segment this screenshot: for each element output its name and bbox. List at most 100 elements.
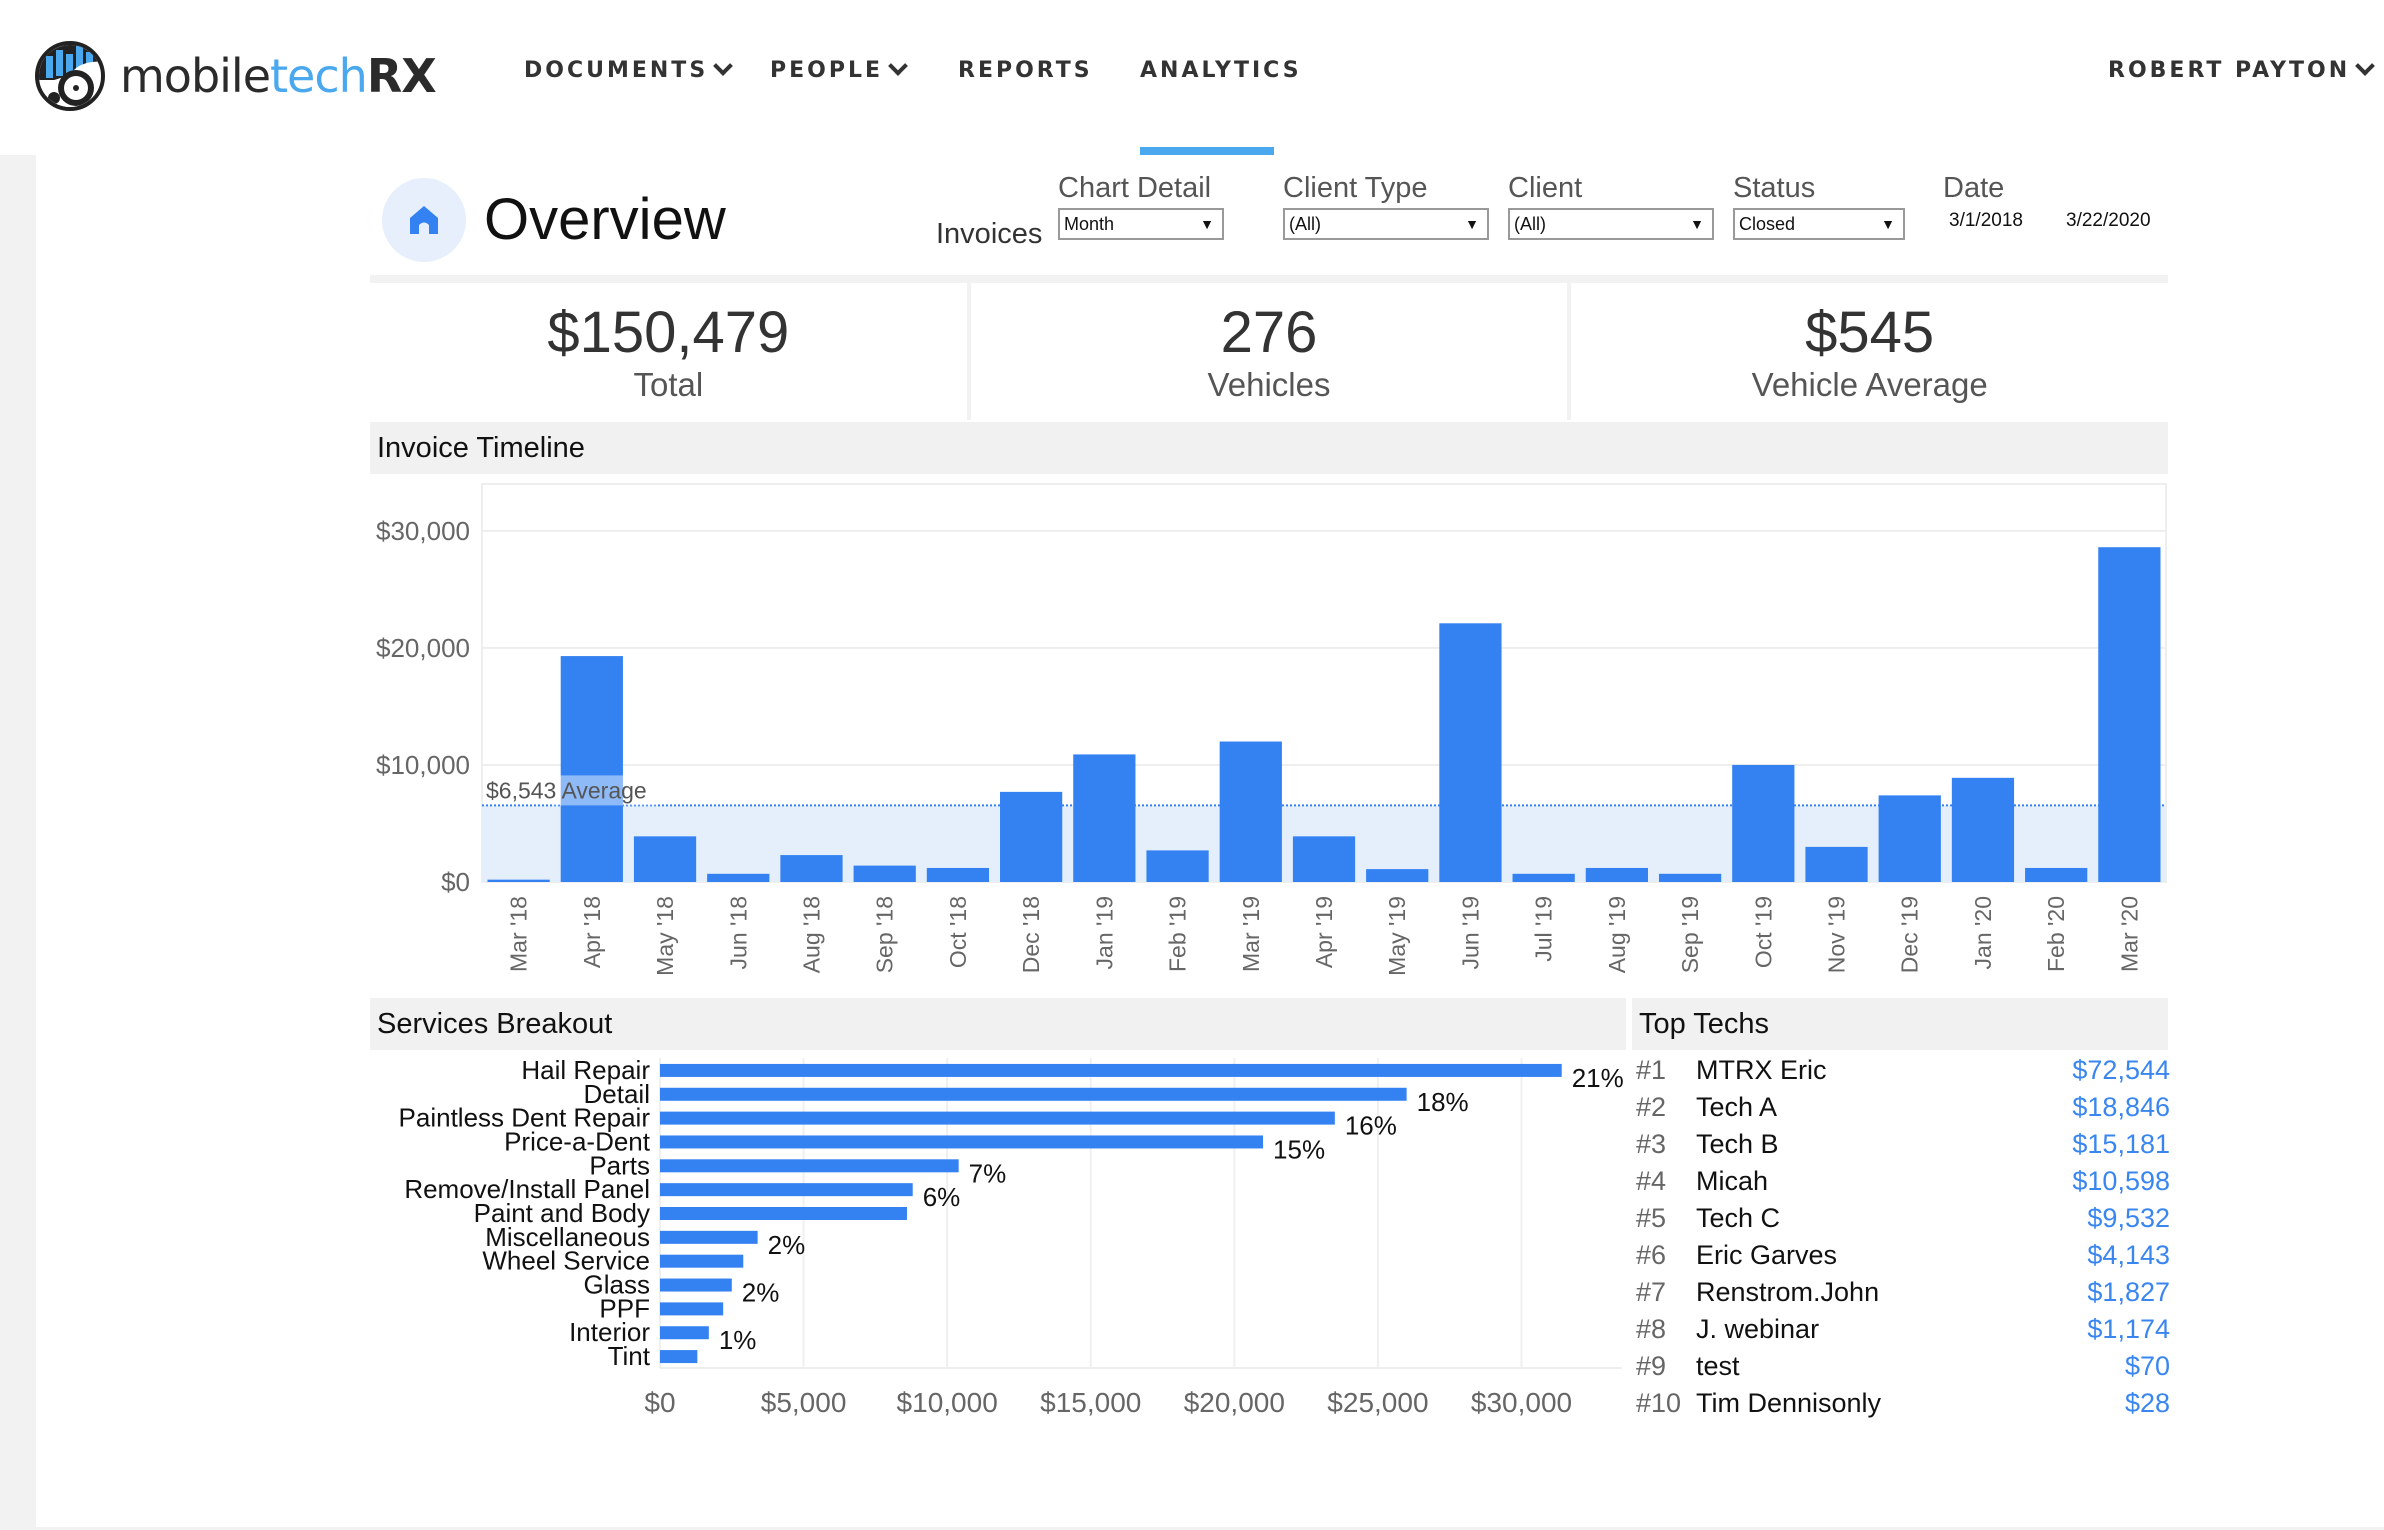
x-tick-label: Jan '19 <box>1091 896 1117 969</box>
tech-amount: $4,143 <box>2087 1240 2170 1270</box>
tech-row[interactable]: #2 Tech A $18,846 <box>1636 1089 2170 1126</box>
service-percent-label: 16% <box>1345 1111 1397 1141</box>
date-start[interactable]: 3/1/2018 <box>1949 210 2023 232</box>
top-techs-list: #1 MTRX Eric $72,544 #2 Tech A $18,846 #3 Tech … <box>1636 1052 2170 1422</box>
active-tab-indicator <box>1140 147 1274 155</box>
nav-documents[interactable]: DOCUMENTS <box>524 55 734 83</box>
x-tick-label: $30,000 <box>1471 1387 1572 1418</box>
user-name: ROBERT PAYTON <box>2108 58 2351 83</box>
nav-documents-label: DOCUMENTS <box>524 58 709 83</box>
tech-rank: #3 <box>1636 1129 1667 1159</box>
kpi-vehicles-caption: Vehicles <box>1207 366 1331 403</box>
timeline-bar <box>780 855 843 882</box>
client-filter: Client (All) ▼ <box>1508 172 1714 240</box>
timeline-bar <box>1366 869 1429 882</box>
tech-row[interactable]: #7 Renstrom.John $1,827 <box>1636 1274 2170 1311</box>
timeline-bar <box>1585 867 1648 882</box>
service-bar <box>660 1207 907 1220</box>
tech-row[interactable]: #10 Tim Dennisonly $28 <box>1636 1385 2170 1422</box>
services-breakout-header: Services Breakout <box>370 998 1626 1050</box>
service-percent-label: 15% <box>1273 1134 1325 1164</box>
tech-name: Tech C <box>1696 1203 1781 1233</box>
service-bar <box>660 1087 1407 1101</box>
tech-rank: #7 <box>1636 1277 1667 1307</box>
client-type-select[interactable]: (All) ▼ <box>1283 208 1489 240</box>
service-bar <box>660 1254 744 1268</box>
x-tick-label: Jun '19 <box>1457 896 1483 969</box>
nav-analytics[interactable]: ANALYTICS <box>1140 58 1302 83</box>
x-tick-label: Apr '19 <box>1311 896 1337 968</box>
page-title: Overview <box>484 187 726 252</box>
timeline-bar <box>1732 764 1795 882</box>
y-tick-label: $20,000 <box>376 633 470 663</box>
invoice-timeline-header: Invoice Timeline <box>370 422 2168 474</box>
timeline-bar <box>2025 867 2088 882</box>
timeline-bar <box>926 867 990 882</box>
tech-rank: #2 <box>1636 1092 1667 1122</box>
service-bar <box>660 1063 1562 1077</box>
dropdown-arrow-icon: ▼ <box>1881 216 1895 232</box>
service-label: Tint <box>608 1341 651 1371</box>
kpi-total-caption: Total <box>633 366 704 403</box>
tech-row[interactable]: #5 Tech C $9,532 <box>1636 1200 2170 1237</box>
nav-reports-label: REPORTS <box>958 58 1093 83</box>
timeline-bar <box>1146 850 1209 882</box>
timeline-bar <box>1878 795 1941 882</box>
user-menu[interactable]: ROBERT PAYTON <box>2108 55 2376 83</box>
x-tick-label: Mar '20 <box>2116 896 2142 972</box>
kpi-row: $150,479 Total 276 Vehicles $545 Vehicle… <box>370 275 2169 420</box>
tech-row[interactable]: #6 Eric Garves $4,143 <box>1636 1237 2170 1274</box>
service-bar <box>660 1326 709 1340</box>
timeline-bar <box>1512 873 1575 882</box>
average-label: $6,543 Average <box>486 777 647 803</box>
timeline-bar <box>633 836 697 882</box>
home-icon <box>410 206 438 234</box>
dropdown-arrow-icon: ▼ <box>1690 216 1704 232</box>
x-tick-label: Mar '18 <box>506 896 532 972</box>
home-button[interactable] <box>382 178 466 262</box>
x-tick-label: Oct '19 <box>1750 896 1776 968</box>
tech-name: Tech B <box>1696 1129 1779 1159</box>
x-tick-label: Jul '19 <box>1531 896 1557 962</box>
x-tick-label: May '18 <box>652 896 678 976</box>
chart-detail-value: Month <box>1064 213 1115 234</box>
client-select[interactable]: (All) ▼ <box>1508 208 1714 240</box>
nav-people[interactable]: PEOPLE <box>770 55 908 83</box>
x-tick-label: Feb '20 <box>2043 896 2069 972</box>
tech-row[interactable]: #3 Tech B $15,181 <box>1636 1126 2170 1163</box>
date-end[interactable]: 3/22/2020 <box>2066 210 2151 232</box>
date-label: Date <box>1943 172 2005 204</box>
service-bar <box>660 1302 724 1316</box>
service-bar <box>660 1159 959 1173</box>
tech-name: Micah <box>1696 1166 1769 1196</box>
tech-row[interactable]: #4 Micah $10,598 <box>1636 1163 2170 1200</box>
date-filter: Date <box>1943 172 2004 208</box>
nav-reports[interactable]: REPORTS <box>958 58 1093 83</box>
timeline-bar <box>1951 777 2015 882</box>
chevron-down-icon <box>888 55 908 76</box>
tech-name: Eric Garves <box>1696 1240 1838 1270</box>
brand-logo[interactable]: mobiletechRX <box>34 40 437 112</box>
service-bar <box>660 1230 758 1244</box>
brand-name: mobiletechRX <box>120 49 437 103</box>
timeline-bar <box>1292 836 1356 882</box>
invoice-timeline-chart: $0 $10,000 $20,000 $30,000 Mar '18 Apr '18 May… <box>376 483 2167 976</box>
tech-name: Tech A <box>1696 1092 1778 1122</box>
nav-analytics-label: ANALYTICS <box>1140 58 1302 83</box>
chevron-down-icon <box>713 55 734 76</box>
tech-row[interactable]: #8 J. webinar $1,174 <box>1636 1311 2170 1348</box>
invoices-label: Invoices <box>936 218 1043 250</box>
tech-row[interactable]: #1 MTRX Eric $72,544 <box>1636 1052 2170 1089</box>
tech-row[interactable]: #9 test $70 <box>1636 1348 2170 1385</box>
tech-name: Tim Dennisonly <box>1696 1388 1882 1418</box>
x-tick-label: Jan '20 <box>1970 896 1996 969</box>
service-bar <box>660 1183 913 1197</box>
tech-amount: $18,846 <box>2072 1092 2170 1122</box>
chart-detail-select[interactable]: Month ▼ <box>1058 208 1224 240</box>
timeline-bar <box>1658 873 1722 882</box>
tech-name: J. webinar <box>1696 1314 1820 1344</box>
status-select[interactable]: Closed ▼ <box>1733 208 1905 240</box>
client-value: (All) <box>1514 213 1546 234</box>
service-percent-label: 2% <box>768 1230 806 1260</box>
x-tick-label: Aug '18 <box>798 896 824 973</box>
